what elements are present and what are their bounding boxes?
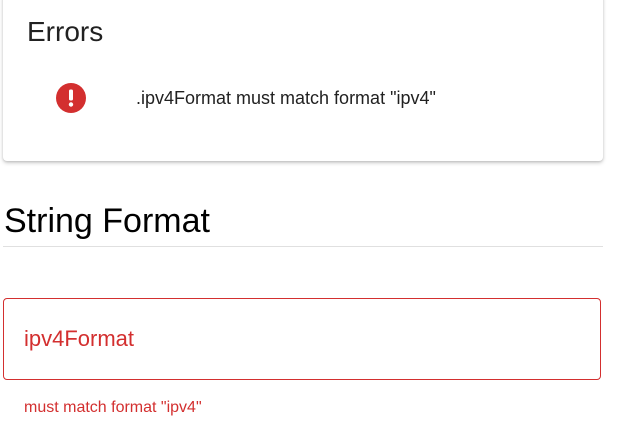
field-label: ipv4Format (24, 326, 135, 351)
errors-title: Errors (27, 16, 104, 47)
field-error-helper-text: must match format "ipv4" (24, 399, 202, 416)
section-divider (3, 246, 603, 247)
error-icon (56, 83, 86, 113)
errors-panel: Errors .ipv4Format must match format "ip… (3, 0, 603, 161)
ipv4-format-input[interactable]: ipv4Format (3, 298, 601, 380)
section-title: String Format (4, 202, 210, 240)
error-message: .ipv4Format must match format "ipv4" (136, 88, 436, 108)
